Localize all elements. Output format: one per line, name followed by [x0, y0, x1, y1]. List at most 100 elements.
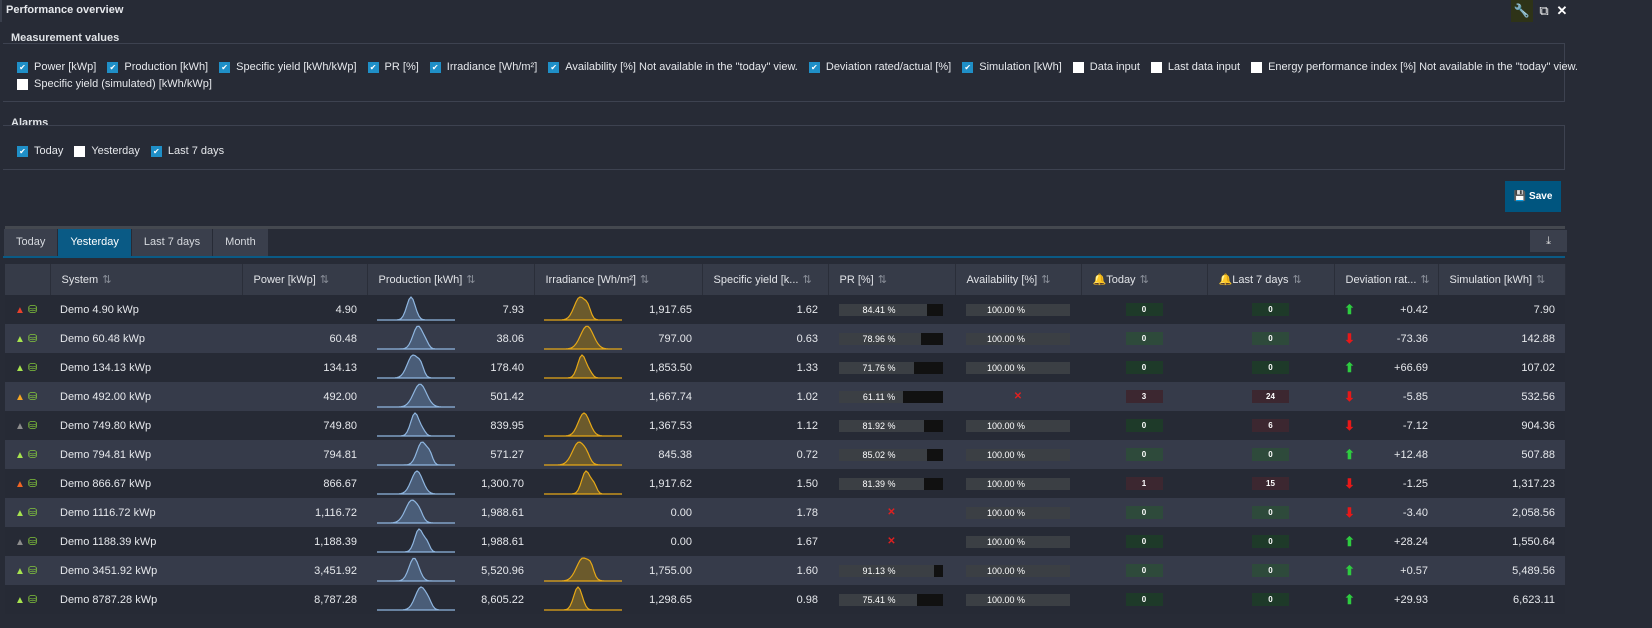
alarms-last7-badge[interactable]: 24 — [1252, 390, 1289, 403]
tab-month[interactable]: Month — [213, 229, 268, 256]
sort-icon[interactable]: ⇅ — [1420, 274, 1429, 286]
checkbox-checked[interactable]: ✔ — [150, 145, 162, 157]
checkbox-option[interactable]: ✔ Last 7 days — [150, 145, 224, 157]
alarms-last7-badge[interactable]: 0 — [1252, 535, 1289, 548]
alarms-today-badge[interactable]: 0 — [1125, 564, 1163, 577]
checkbox-checked[interactable]: ✔ — [808, 61, 820, 73]
bell-icon[interactable]: ▲ — [15, 479, 25, 490]
alarms-last7-badge[interactable]: 0 — [1252, 564, 1289, 577]
alarms-today-badge[interactable]: 0 — [1125, 361, 1163, 374]
alarms-today-badge[interactable]: 0 — [1125, 332, 1163, 345]
table-row[interactable]: ▲ ⛁ Demo 794.81 kWp 794.81 571.27 845.38 0.72… — [5, 440, 1565, 469]
checkbox-option[interactable]: ✔ Simulation [kWh] — [962, 61, 1062, 73]
bell-icon[interactable]: ▲ — [15, 363, 25, 374]
table-row[interactable]: ▲ ⛁ Demo 1116.72 kWp 1,116.72 1,988.61 0.00 1… — [5, 498, 1565, 527]
alarms-last7-badge[interactable]: 0 — [1252, 448, 1289, 461]
alarms-today-badge[interactable]: 0 — [1125, 535, 1163, 548]
column-header[interactable]: 🔔Today ⇅ — [1081, 264, 1208, 295]
checkbox-checked[interactable]: ✔ — [962, 61, 974, 73]
system-name[interactable]: Demo 794.81 kWp — [50, 440, 242, 469]
checkbox-option[interactable]: ✔ Specific yield [kWh/kWp] — [219, 61, 357, 73]
alarms-today-badge[interactable]: 0 — [1125, 303, 1163, 316]
alarms-last7-badge[interactable]: 6 — [1252, 419, 1289, 432]
table-row[interactable]: ▲ ⛁ Demo 866.67 kWp 866.67 1,300.70 1,917.62… — [5, 469, 1565, 498]
checkbox-option[interactable]: Specific yield (simulated) [kWh/kWp] — [17, 78, 212, 90]
checkbox-option[interactable]: ✔ PR [%] — [367, 61, 419, 73]
sort-icon[interactable]: ⇅ — [878, 274, 887, 286]
database-clock-icon[interactable]: ⛁ — [28, 333, 37, 345]
table-row[interactable]: ▲ ⛁ Demo 60.48 kWp 60.48 38.06 797.00 0.63 78.… — [5, 324, 1565, 353]
column-header[interactable]: Power [kWp] ⇅ — [242, 264, 368, 295]
table-row[interactable]: ▲ ⛁ Demo 492.00 kWp 492.00 501.42 1,667.74 1.… — [5, 382, 1565, 411]
system-name[interactable]: Demo 1188.39 kWp — [50, 527, 242, 556]
checkbox-checked[interactable]: ✔ — [219, 61, 231, 73]
system-name[interactable]: Demo 60.48 kWp — [50, 324, 242, 353]
column-header[interactable]: PR [%] ⇅ — [828, 264, 956, 295]
save-button[interactable]: 💾 Save — [1505, 181, 1561, 212]
checkbox-checked[interactable]: ✔ — [429, 61, 441, 73]
checkbox-unchecked[interactable] — [1251, 61, 1263, 73]
checkbox-checked[interactable]: ✔ — [17, 145, 28, 157]
checkbox-checked[interactable]: ✔ — [17, 61, 28, 73]
checkbox-unchecked[interactable] — [17, 78, 28, 90]
column-header[interactable]: System ⇅ — [50, 264, 243, 295]
database-clock-icon[interactable]: ⛁ — [28, 304, 37, 316]
bell-icon[interactable]: ▲ — [15, 566, 25, 577]
alarms-last7-badge[interactable]: 0 — [1252, 361, 1289, 374]
checkbox-option[interactable]: ✔ Availability [%] Not available in the "… — [548, 61, 798, 73]
database-clock-icon[interactable]: ⛁ — [28, 391, 37, 403]
system-name[interactable]: Demo 1116.72 kWp — [50, 498, 242, 527]
alarms-today-badge[interactable]: 0 — [1125, 593, 1163, 606]
system-name[interactable]: Demo 8787.28 kWp — [50, 585, 242, 614]
system-name[interactable]: Demo 4.90 kWp — [50, 295, 242, 324]
column-header[interactable]: Simulation [kWh] ⇅ — [1438, 264, 1566, 295]
tab-yesterday[interactable]: Yesterday — [58, 229, 131, 256]
alarms-today-badge[interactable]: 0 — [1125, 506, 1163, 519]
column-header[interactable]: Specific yield [k... ⇅ — [702, 264, 829, 295]
system-name[interactable]: Demo 866.67 kWp — [50, 469, 242, 498]
checkbox-unchecked[interactable] — [1150, 61, 1162, 73]
table-row[interactable]: ▲ ⛁ Demo 8787.28 kWp 8,787.28 8,605.22 1,298… — [5, 585, 1565, 614]
column-header[interactable]: Production [kWh] ⇅ — [367, 264, 535, 295]
bell-icon[interactable]: ▲ — [15, 305, 25, 316]
database-clock-icon[interactable]: ⛁ — [28, 420, 37, 432]
bell-icon[interactable]: ▲ — [15, 508, 25, 519]
column-header[interactable]: 🔔Last 7 days ⇅ — [1207, 264, 1335, 295]
bell-icon[interactable]: ▲ — [15, 392, 25, 403]
alarms-today-badge[interactable]: 0 — [1125, 448, 1163, 461]
wrench-icon[interactable]: 🔧 — [1511, 0, 1533, 22]
bell-icon[interactable]: ▲ — [15, 334, 25, 345]
alarms-today-badge[interactable]: 1 — [1125, 477, 1163, 490]
database-clock-icon[interactable]: ⛁ — [28, 449, 37, 461]
database-clock-icon[interactable]: ⛁ — [28, 536, 37, 548]
checkbox-checked[interactable]: ✔ — [107, 61, 119, 73]
system-name[interactable]: Demo 134.13 kWp — [50, 353, 242, 382]
sort-icon[interactable]: ⇅ — [802, 274, 811, 286]
checkbox-option[interactable]: ✔ Irradiance [Wh/m²] — [429, 61, 537, 73]
alarms-today-badge[interactable]: 0 — [1125, 419, 1163, 432]
checkbox-option[interactable]: Data input — [1072, 61, 1140, 73]
table-row[interactable]: ▲ ⛁ Demo 3451.92 kWp 3,451.92 5,520.96 1,755… — [5, 556, 1565, 585]
bell-icon[interactable]: ▲ — [15, 450, 25, 461]
alarms-last7-badge[interactable]: 0 — [1252, 332, 1289, 345]
checkbox-option[interactable]: ✔ Production [kWh] — [107, 61, 208, 73]
checkbox-unchecked[interactable] — [1072, 61, 1084, 73]
system-name[interactable]: Demo 749.80 kWp — [50, 411, 242, 440]
table-row[interactable]: ▲ ⛁ Demo 1188.39 kWp 1,188.39 1,988.61 0.00 1… — [5, 527, 1565, 556]
checkbox-option[interactable]: Yesterday — [74, 145, 140, 157]
column-header[interactable]: Deviation rat... ⇅ — [1334, 264, 1439, 295]
checkbox-option[interactable]: Energy performance index [%] Not availab… — [1251, 61, 1578, 73]
sort-icon[interactable]: ⇅ — [640, 274, 649, 286]
alarms-last7-badge[interactable]: 15 — [1252, 477, 1289, 490]
sort-icon[interactable]: ⇅ — [320, 274, 329, 286]
system-name[interactable]: Demo 3451.92 kWp — [50, 556, 242, 585]
checkbox-option[interactable]: Last data input — [1150, 61, 1240, 73]
checkbox-option[interactable]: ✔ Today — [17, 145, 63, 157]
column-header[interactable]: Irradiance [Wh/m²] ⇅ — [534, 264, 703, 295]
checkbox-checked[interactable]: ✔ — [367, 61, 379, 73]
alarms-last7-badge[interactable]: 0 — [1252, 506, 1289, 519]
tab-today[interactable]: Today — [4, 229, 58, 256]
checkbox-option[interactable]: ✔ Power [kWp] — [17, 61, 96, 73]
sort-icon[interactable]: ⇅ — [1292, 274, 1301, 286]
alarms-today-badge[interactable]: 3 — [1125, 390, 1163, 403]
